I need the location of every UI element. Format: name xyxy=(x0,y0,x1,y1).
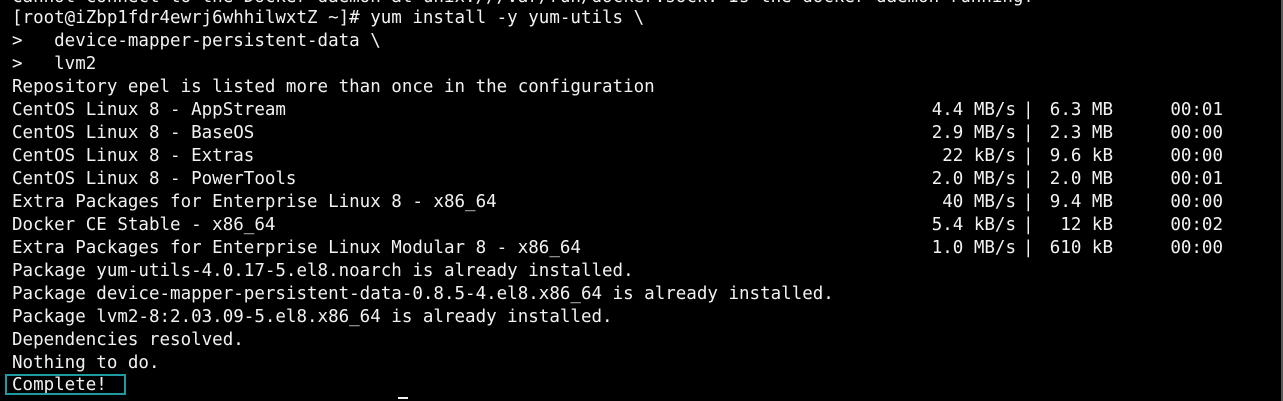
repo-speed: 1.0 MB/s xyxy=(931,238,1016,258)
repo-time: 00:00 xyxy=(1170,192,1223,212)
repo-name: Extra Packages for Enterprise Linux 8 - … xyxy=(12,192,497,212)
terminal-line-pkg-yum-utils: Package yum-utils-4.0.17-5.el8.noarch is… xyxy=(12,261,634,281)
terminal-line-command: [root@iZbp1fdr4ewrj6whhilwxtZ ~]# yum in… xyxy=(12,8,645,28)
repo-time: 00:00 xyxy=(1170,146,1223,166)
repo-name: CentOS Linux 8 - PowerTools xyxy=(12,169,297,189)
repo-size: 2.3 MB xyxy=(1049,123,1113,143)
repo-name: CentOS Linux 8 - AppStream xyxy=(12,100,286,120)
terminal-line-pkg-lvm2: Package lvm2-8:2.03.09-5.el8.x86_64 is a… xyxy=(12,307,613,327)
repo-time: 00:00 xyxy=(1170,123,1223,143)
repo-speed: 5.4 kB/s xyxy=(931,215,1016,235)
repo-size: 610 kB xyxy=(1049,238,1113,258)
terminal-line-pkg-device-mapper: Package device-mapper-persistent-data-0.… xyxy=(12,284,834,304)
repo-time: 00:00 xyxy=(1170,238,1223,258)
terminal-line-nothing-to-do: Nothing to do. xyxy=(12,353,160,373)
repo-size: 9.4 MB xyxy=(1049,192,1113,212)
repo-name: CentOS Linux 8 - BaseOS xyxy=(12,123,255,143)
terminal-window[interactable]: Cannot connect to the Docker daemon at u… xyxy=(0,0,1283,401)
repo-time: 00:02 xyxy=(1170,215,1223,235)
repo-speed: 2.9 MB/s xyxy=(931,123,1016,143)
terminal-line-deps-resolved: Dependencies resolved. xyxy=(12,330,244,350)
complete-highlight-box xyxy=(5,374,126,395)
repo-name: CentOS Linux 8 - Extras xyxy=(12,146,255,166)
terminal-line-continuation-1: > device-mapper-persistent-data \ xyxy=(12,31,381,51)
repo-speed: 22 kB/s xyxy=(942,146,1016,166)
terminal-line-repo-warning: Repository epel is listed more than once… xyxy=(12,77,655,97)
repo-size: 6.3 MB xyxy=(1049,100,1113,120)
repo-name: Extra Packages for Enterprise Linux Modu… xyxy=(12,238,581,258)
repo-name: Docker CE Stable - x86_64 xyxy=(12,215,276,235)
repo-time: 00:01 xyxy=(1170,100,1223,120)
repo-size: 9.6 kB xyxy=(1049,146,1113,166)
repo-time: 00:01 xyxy=(1170,169,1223,189)
repo-size: 12 kB xyxy=(1060,215,1113,235)
repo-size: 2.0 MB xyxy=(1049,169,1113,189)
repo-speed: 2.0 MB/s xyxy=(931,169,1016,189)
terminal-line-continuation-2: > lvm2 xyxy=(12,54,97,74)
repo-speed: 40 MB/s xyxy=(942,192,1016,212)
terminal-cursor xyxy=(398,397,408,401)
repo-speed: 4.4 MB/s xyxy=(931,100,1016,120)
